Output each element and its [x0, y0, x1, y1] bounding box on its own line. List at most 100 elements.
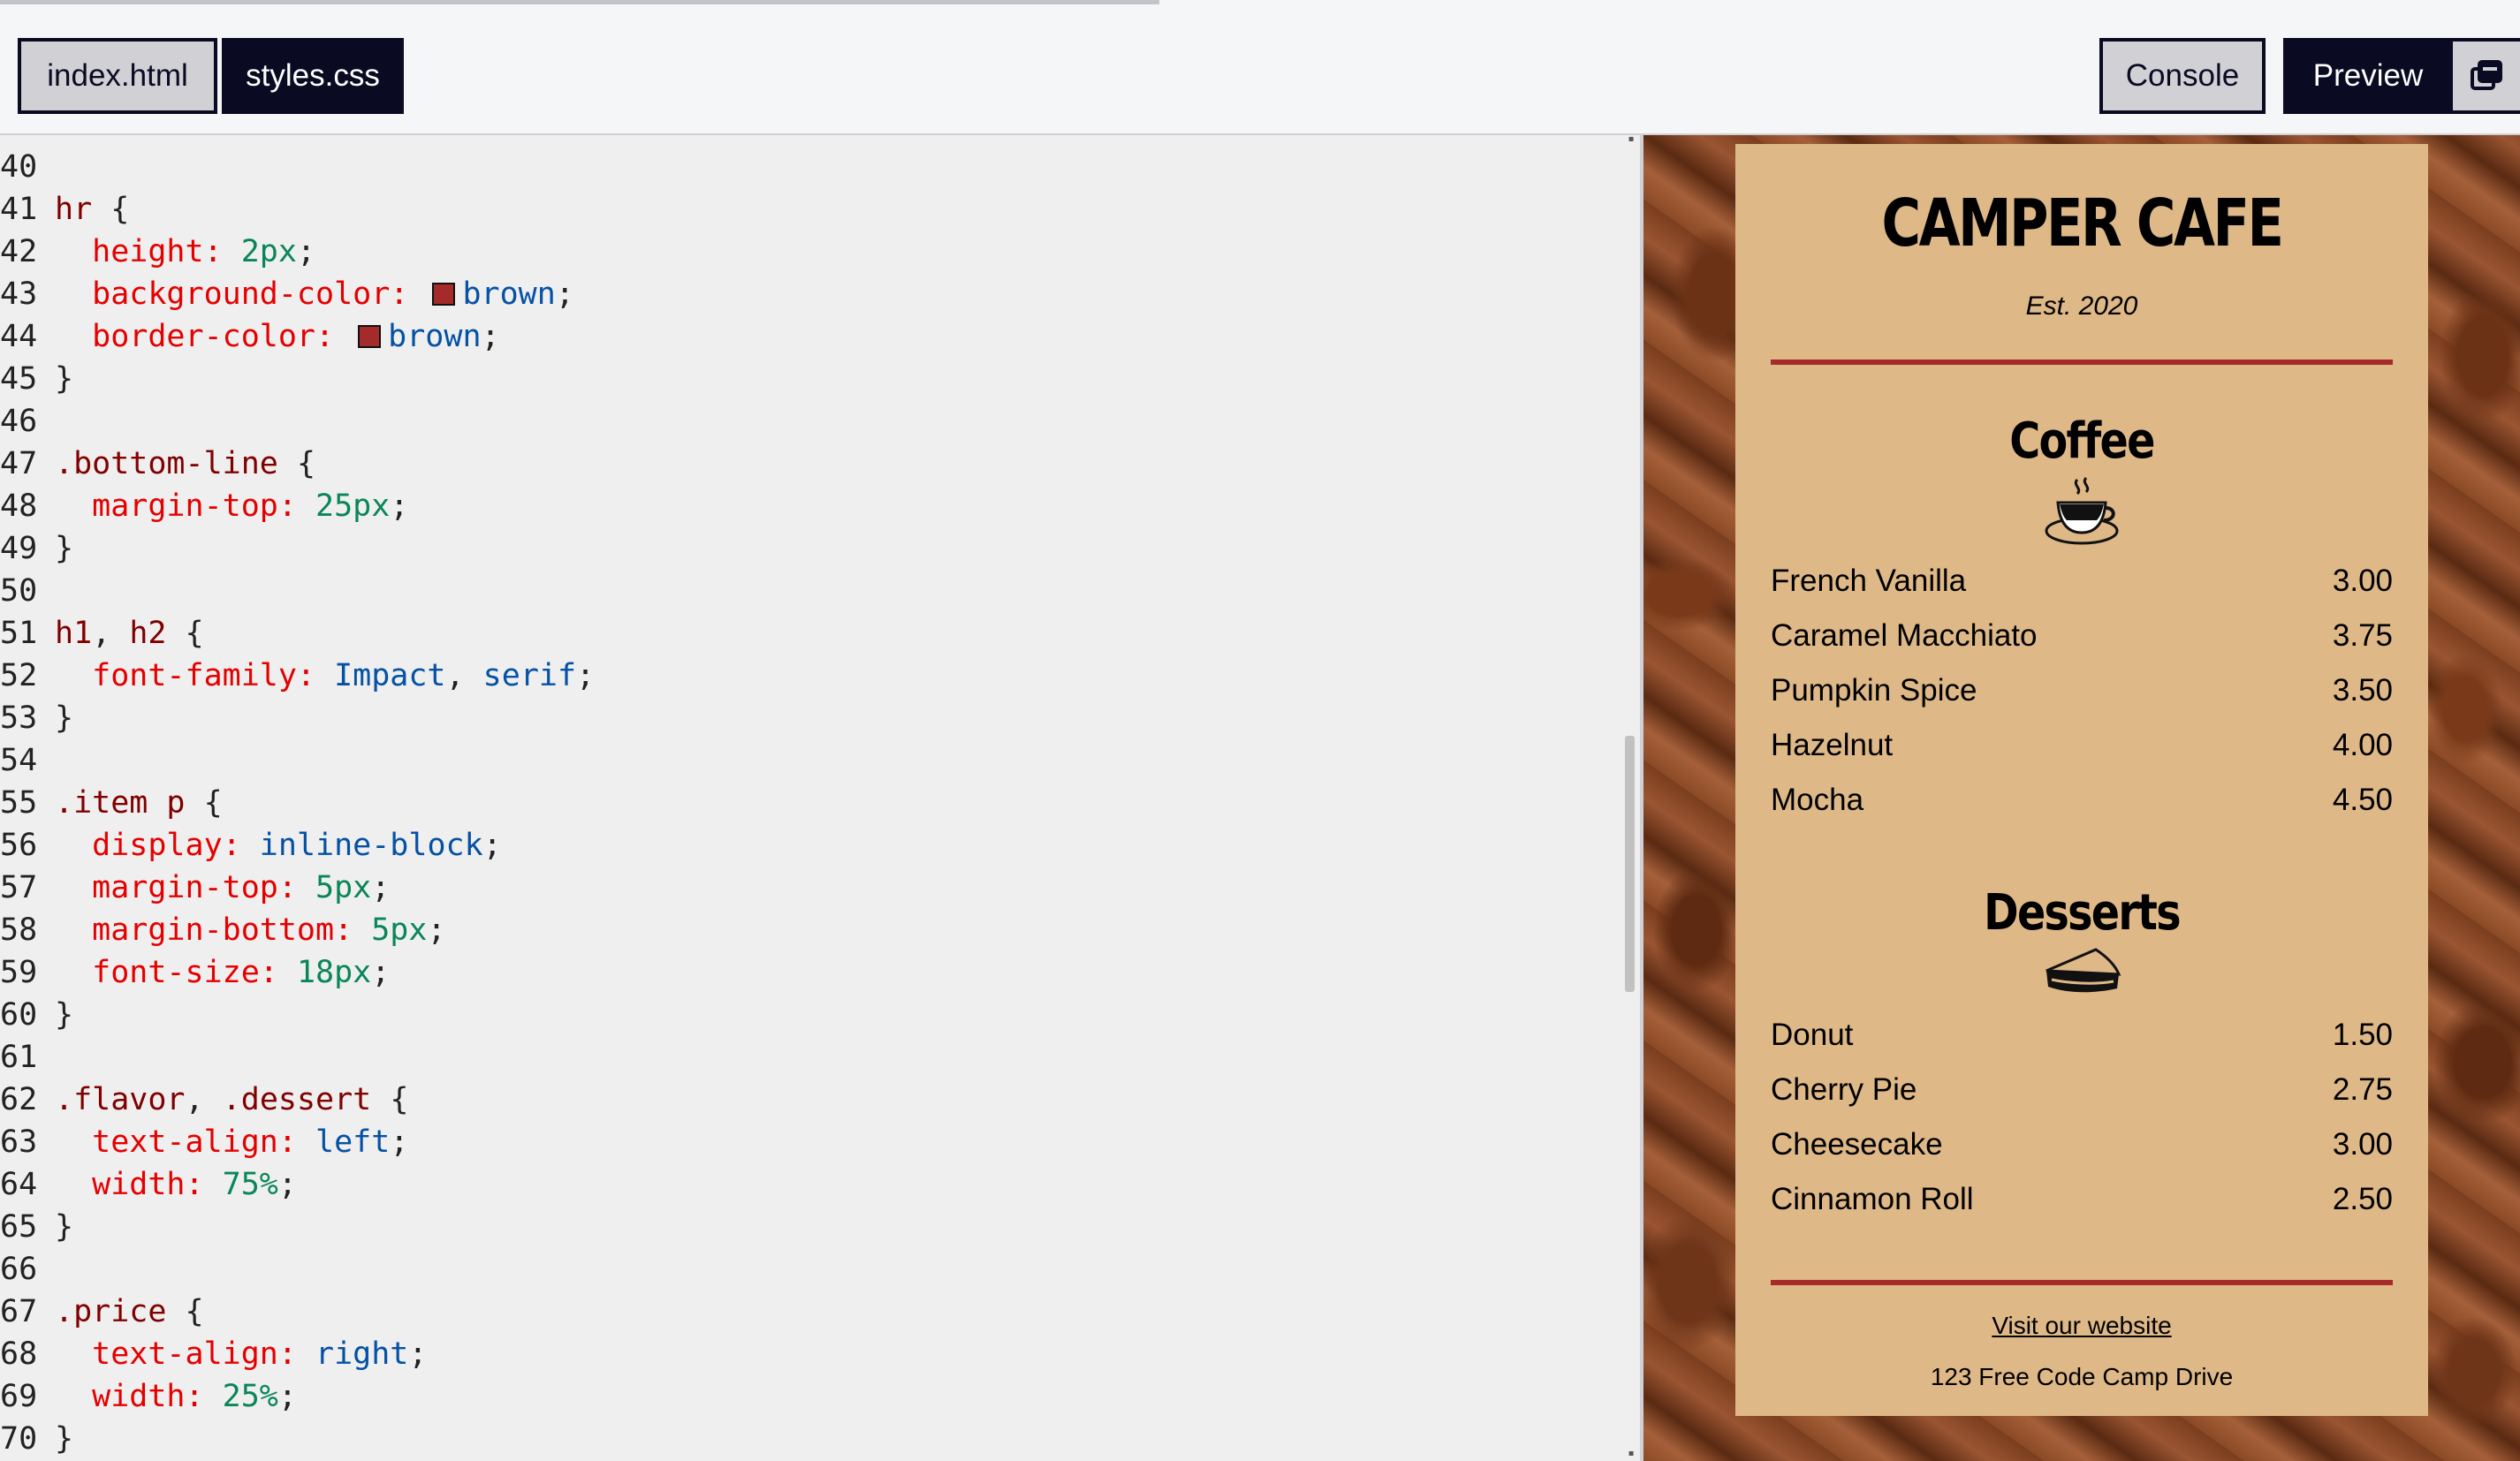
- code-token: .bottom-line: [55, 446, 278, 481]
- code-token: .price: [55, 1294, 167, 1329]
- code-line: 64 width: 75%;: [0, 1163, 1622, 1206]
- coffee-name: Caramel Macchiato: [1771, 618, 2038, 653]
- line-number: 70: [0, 1421, 38, 1457]
- line-number: 56: [0, 828, 38, 863]
- code-token: 75%: [222, 1167, 278, 1202]
- address-text: 123 Free Code Camp Drive: [1930, 1363, 2234, 1390]
- code-line: 48 margin-top: 25px;: [0, 485, 1622, 527]
- coffee-name: Mocha: [1771, 783, 1864, 817]
- code-token: }: [55, 361, 74, 397]
- coffee-item: Hazelnut 4.00: [1771, 718, 2393, 773]
- code-token: }: [55, 997, 74, 1033]
- code-line: 65}: [0, 1206, 1622, 1248]
- code-token: 5px: [371, 912, 428, 948]
- coffee-price: 3.00: [2332, 564, 2393, 598]
- line-number: 40: [0, 149, 38, 185]
- code-line: 49}: [0, 527, 1622, 570]
- code-token: ;: [427, 912, 446, 948]
- coffee-item: Pumpkin Spice 3.50: [1771, 663, 2393, 718]
- code-token: ;: [296, 234, 316, 269]
- dessert-price: 1.50: [2332, 1018, 2393, 1052]
- line-number: 61: [0, 1040, 38, 1075]
- code-line: 70}: [0, 1418, 1622, 1460]
- website-link[interactable]: Visit our website: [1771, 1308, 2393, 1344]
- code-token: height:: [55, 234, 241, 269]
- preview-pane: CAMPER CAFE Est. 2020 Coffee French Vani…: [1643, 135, 2520, 1461]
- scroll-down-arrow-icon[interactable]: ▪: [1622, 1447, 1640, 1461]
- code-token: ;: [390, 1124, 409, 1160]
- code-token: ;: [371, 870, 391, 905]
- code-token: margin-top:: [55, 488, 316, 524]
- code-line: 69 width: 25%;: [0, 1375, 1622, 1418]
- code-token: h1: [55, 616, 93, 651]
- line-number: 67: [0, 1294, 38, 1329]
- code-token: {: [166, 616, 204, 651]
- dessert-price: 3.00: [2332, 1127, 2393, 1162]
- editor-scrollbar-thumb[interactable]: [1625, 736, 1635, 992]
- code-token: width:: [55, 1167, 223, 1202]
- code-line: 53}: [0, 697, 1622, 739]
- code-token: font-family:: [55, 658, 335, 693]
- line-number: 54: [0, 743, 38, 778]
- code-line: 47 .bottom-line {: [0, 443, 1622, 485]
- code-token: serif: [482, 658, 577, 693]
- coffee-name: Pumpkin Spice: [1771, 673, 1977, 708]
- code-token: 18px: [296, 955, 372, 990]
- code-token: h2: [129, 616, 167, 651]
- code-token: text-align:: [55, 1124, 316, 1160]
- code-line: 57 margin-top: 5px;: [0, 867, 1622, 909]
- code-token: margin-top:: [55, 870, 316, 905]
- dessert-item: Cinnamon Roll 2.50: [1771, 1172, 2393, 1227]
- scroll-up-arrow-icon[interactable]: ▪: [1622, 132, 1640, 147]
- code-token: ;: [390, 488, 409, 524]
- code-token: background-color:: [55, 276, 428, 312]
- code-token: right: [315, 1336, 409, 1372]
- bottom-divider: [1771, 1280, 2393, 1285]
- code-token: }: [55, 531, 74, 566]
- code-token: {: [277, 446, 316, 481]
- line-number: 60: [0, 997, 38, 1033]
- line-number: 57: [0, 870, 38, 905]
- coffee-price: 3.50: [2332, 673, 2393, 708]
- coffee-heading: Coffee: [2009, 413, 2155, 470]
- code-line: 56 display: inline-block;: [0, 824, 1622, 867]
- dessert-name: Cinnamon Roll: [1771, 1182, 1974, 1216]
- line-number: 42: [0, 234, 38, 269]
- tab-styles-css[interactable]: styles.css: [222, 38, 404, 114]
- code-token: {: [371, 1082, 409, 1117]
- code-line: 55 .item p {: [0, 782, 1622, 824]
- preview-button[interactable]: Preview: [2283, 38, 2449, 114]
- code-editor[interactable]: 40 41 hr {42 height: 2px; 43 background-col…: [0, 135, 1622, 1461]
- line-number: 44: [0, 319, 38, 354]
- coffee-name: Hazelnut: [1771, 728, 1894, 762]
- line-number: 49: [0, 531, 38, 566]
- code-line: 66: [0, 1248, 1622, 1291]
- code-token: text-align:: [55, 1336, 316, 1372]
- code-token: inline-block: [259, 828, 483, 863]
- dessert-item: Cheesecake 3.00: [1771, 1117, 2393, 1172]
- code-token: width:: [55, 1379, 223, 1414]
- console-button[interactable]: Console: [2099, 38, 2266, 114]
- dessert-price: 2.50: [2332, 1182, 2393, 1216]
- code-line: 67 .price {: [0, 1291, 1622, 1333]
- code-line: 40: [0, 146, 1622, 188]
- code-token: }: [55, 700, 74, 736]
- code-token: {: [166, 1294, 204, 1329]
- tab-index-html[interactable]: index.html: [18, 38, 217, 114]
- code-token: ,: [185, 1082, 223, 1117]
- color-swatch[interactable]: [358, 325, 382, 348]
- code-token: brown: [388, 319, 482, 354]
- code-token: 25%: [222, 1379, 278, 1414]
- coffee-list: French Vanilla 3.00 Caramel Macchiato 3.75 P…: [1771, 554, 2393, 828]
- desserts-heading: Desserts: [1984, 884, 2181, 942]
- popout-button[interactable]: [2449, 38, 2520, 114]
- code-line: 45}: [0, 358, 1622, 400]
- code-token: .item p: [55, 785, 186, 821]
- code-line: 41 hr {: [0, 188, 1622, 231]
- code-token: .dessert: [222, 1082, 372, 1117]
- line-number: 43: [0, 276, 38, 312]
- coffee-item: Mocha 4.50: [1771, 773, 2393, 828]
- color-swatch[interactable]: [432, 283, 456, 306]
- desserts-list: Donut 1.50 Cherry Pie 2.75 Cheesecake 3.00 Cin…: [1771, 1008, 2393, 1227]
- code-token: ;: [481, 319, 500, 354]
